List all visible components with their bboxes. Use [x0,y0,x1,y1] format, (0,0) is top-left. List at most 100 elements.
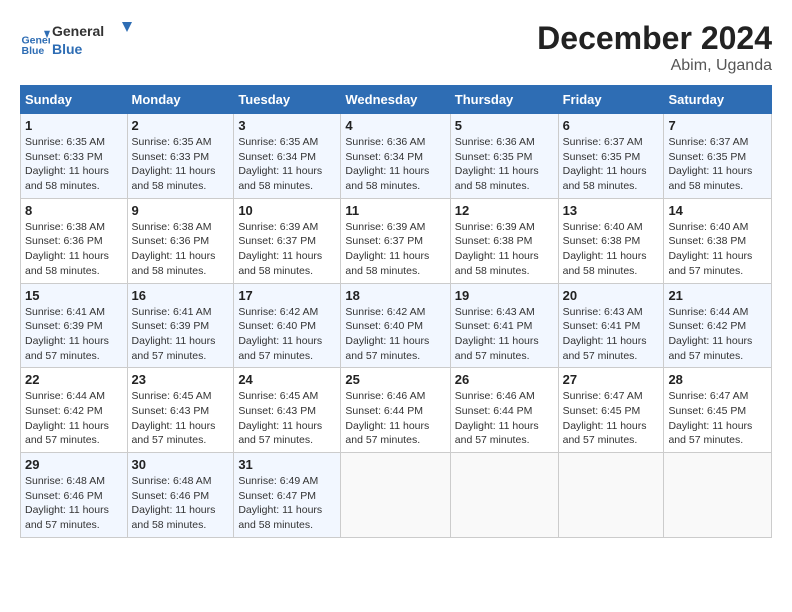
calendar-header-row: SundayMondayTuesdayWednesdayThursdayFrid… [21,86,772,114]
day-info: Sunrise: 6:47 AMSunset: 6:45 PMDaylight:… [563,389,660,448]
day-info: Sunrise: 6:36 AMSunset: 6:34 PMDaylight:… [345,135,445,194]
day-info: Sunrise: 6:45 AMSunset: 6:43 PMDaylight:… [238,389,336,448]
day-number: 9 [132,203,230,218]
day-number: 4 [345,118,445,133]
column-header-tuesday: Tuesday [234,86,341,114]
calendar-cell: 2Sunrise: 6:35 AMSunset: 6:33 PMDaylight… [127,114,234,199]
day-info: Sunrise: 6:49 AMSunset: 6:47 PMDaylight:… [238,474,336,533]
day-number: 29 [25,457,123,472]
day-number: 14 [668,203,767,218]
day-info: Sunrise: 6:39 AMSunset: 6:37 PMDaylight:… [238,220,336,279]
day-info: Sunrise: 6:41 AMSunset: 6:39 PMDaylight:… [25,305,123,364]
day-number: 8 [25,203,123,218]
calendar-cell: 22 Sunrise: 6:44 AMSunset: 6:42 PMDayligh… [21,368,128,453]
calendar-cell: 21 Sunrise: 6:44 AMSunset: 6:42 PMDayligh… [664,283,772,368]
day-number: 5 [455,118,554,133]
day-number: 3 [238,118,336,133]
day-info: Sunrise: 6:46 AMSunset: 6:44 PMDaylight:… [345,389,445,448]
calendar-cell: 24 Sunrise: 6:45 AMSunset: 6:43 PMDayligh… [234,368,341,453]
calendar-cell: 6Sunrise: 6:37 AMSunset: 6:35 PMDaylight… [558,114,664,199]
calendar-cell: 23 Sunrise: 6:45 AMSunset: 6:43 PMDayligh… [127,368,234,453]
calendar-cell: 28 Sunrise: 6:47 AMSunset: 6:45 PMDayligh… [664,368,772,453]
calendar-cell: 14 Sunrise: 6:40 AMSunset: 6:38 PMDayligh… [664,198,772,283]
calendar-cell: 30 Sunrise: 6:48 AMSunset: 6:46 PMDayligh… [127,453,234,538]
day-info: Sunrise: 6:44 AMSunset: 6:42 PMDaylight:… [25,389,123,448]
calendar-cell: 31 Sunrise: 6:49 AMSunset: 6:47 PMDayligh… [234,453,341,538]
day-info: Sunrise: 6:40 AMSunset: 6:38 PMDaylight:… [668,220,767,279]
day-info: Sunrise: 6:48 AMSunset: 6:46 PMDaylight:… [25,474,123,533]
day-number: 21 [668,288,767,303]
day-info: Sunrise: 6:37 AMSunset: 6:35 PMDaylight:… [668,135,767,194]
calendar-cell: 13Sunrise: 6:40 AMSunset: 6:38 PMDayligh… [558,198,664,283]
day-info: Sunrise: 6:39 AMSunset: 6:38 PMDaylight:… [455,220,554,279]
calendar-cell: 12Sunrise: 6:39 AMSunset: 6:38 PMDayligh… [450,198,558,283]
calendar-cell: 17Sunrise: 6:42 AMSunset: 6:40 PMDayligh… [234,283,341,368]
calendar-cell: 15Sunrise: 6:41 AMSunset: 6:39 PMDayligh… [21,283,128,368]
column-header-sunday: Sunday [21,86,128,114]
day-number: 28 [668,372,767,387]
day-number: 18 [345,288,445,303]
logo-icon: General Blue [20,27,50,57]
logo: General Blue General Blue [20,20,132,63]
calendar-week-row: 15Sunrise: 6:41 AMSunset: 6:39 PMDayligh… [21,283,772,368]
calendar-cell: 9Sunrise: 6:38 AMSunset: 6:36 PMDaylight… [127,198,234,283]
calendar-title: December 2024 [537,20,772,57]
day-number: 7 [668,118,767,133]
day-number: 25 [345,372,445,387]
day-number: 31 [238,457,336,472]
calendar-cell: 1 Sunrise: 6:35 AMSunset: 6:33 PMDaylight… [21,114,128,199]
day-info: Sunrise: 6:45 AMSunset: 6:43 PMDaylight:… [132,389,230,448]
day-number: 17 [238,288,336,303]
calendar-cell: 8 Sunrise: 6:38 AMSunset: 6:36 PMDaylight… [21,198,128,283]
day-number: 11 [345,203,445,218]
day-info: Sunrise: 6:41 AMSunset: 6:39 PMDaylight:… [132,305,230,364]
day-info: Sunrise: 6:46 AMSunset: 6:44 PMDaylight:… [455,389,554,448]
day-info: Sunrise: 6:43 AMSunset: 6:41 PMDaylight:… [455,305,554,364]
calendar-table: SundayMondayTuesdayWednesdayThursdayFrid… [20,85,772,538]
day-info: Sunrise: 6:43 AMSunset: 6:41 PMDaylight:… [563,305,660,364]
day-number: 23 [132,372,230,387]
column-header-friday: Friday [558,86,664,114]
day-number: 26 [455,372,554,387]
day-number: 22 [25,372,123,387]
title-block: December 2024 Abim, Uganda [537,20,772,75]
day-info: Sunrise: 6:44 AMSunset: 6:42 PMDaylight:… [668,305,767,364]
day-number: 2 [132,118,230,133]
day-info: Sunrise: 6:36 AMSunset: 6:35 PMDaylight:… [455,135,554,194]
column-header-thursday: Thursday [450,86,558,114]
calendar-week-row: 22 Sunrise: 6:44 AMSunset: 6:42 PMDayligh… [21,368,772,453]
calendar-body: 1 Sunrise: 6:35 AMSunset: 6:33 PMDaylight… [21,114,772,538]
page-header: General Blue General Blue December 2024 … [20,20,772,75]
calendar-cell: 26 Sunrise: 6:46 AMSunset: 6:44 PMDayligh… [450,368,558,453]
day-number: 1 [25,118,123,133]
day-info: Sunrise: 6:39 AMSunset: 6:37 PMDaylight:… [345,220,445,279]
calendar-cell: 4 Sunrise: 6:36 AMSunset: 6:34 PMDaylight… [341,114,450,199]
svg-text:General: General [52,23,104,39]
column-header-monday: Monday [127,86,234,114]
calendar-cell: 16Sunrise: 6:41 AMSunset: 6:39 PMDayligh… [127,283,234,368]
calendar-cell: 3Sunrise: 6:35 AMSunset: 6:34 PMDaylight… [234,114,341,199]
calendar-cell: 25 Sunrise: 6:46 AMSunset: 6:44 PMDayligh… [341,368,450,453]
day-number: 10 [238,203,336,218]
calendar-cell [341,453,450,538]
calendar-cell [664,453,772,538]
calendar-week-row: 1 Sunrise: 6:35 AMSunset: 6:33 PMDaylight… [21,114,772,199]
calendar-cell: 19 Sunrise: 6:43 AMSunset: 6:41 PMDayligh… [450,283,558,368]
day-number: 19 [455,288,554,303]
calendar-cell: 7 Sunrise: 6:37 AMSunset: 6:35 PMDaylight… [664,114,772,199]
logo-svg: General Blue [52,20,132,58]
calendar-cell [558,453,664,538]
svg-text:Blue: Blue [52,41,83,57]
day-info: Sunrise: 6:35 AMSunset: 6:33 PMDaylight:… [25,135,123,194]
day-number: 20 [563,288,660,303]
calendar-cell: 18Sunrise: 6:42 AMSunset: 6:40 PMDayligh… [341,283,450,368]
calendar-cell [450,453,558,538]
day-info: Sunrise: 6:47 AMSunset: 6:45 PMDaylight:… [668,389,767,448]
day-number: 30 [132,457,230,472]
day-info: Sunrise: 6:38 AMSunset: 6:36 PMDaylight:… [25,220,123,279]
day-number: 13 [563,203,660,218]
calendar-cell: 27Sunrise: 6:47 AMSunset: 6:45 PMDayligh… [558,368,664,453]
calendar-cell: 10 Sunrise: 6:39 AMSunset: 6:37 PMDayligh… [234,198,341,283]
day-info: Sunrise: 6:48 AMSunset: 6:46 PMDaylight:… [132,474,230,533]
day-number: 24 [238,372,336,387]
